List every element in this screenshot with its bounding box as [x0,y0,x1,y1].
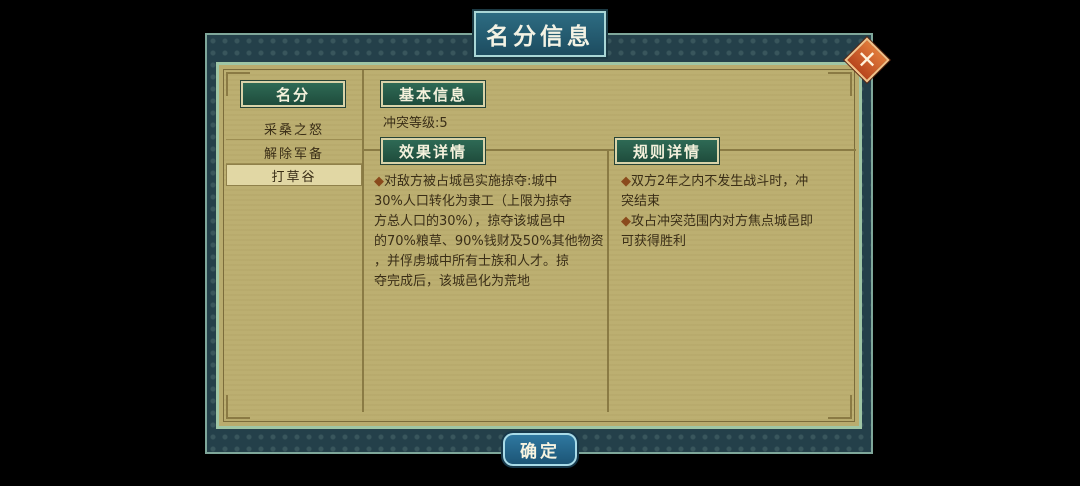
dialog-title: 名分信息 [474,11,606,57]
corner-ornament [828,395,852,419]
left-item-1[interactable]: 解除军备 [226,141,362,164]
confirm-button[interactable]: 确定 [503,433,577,466]
effect-line: 夺完成后，该城邑化为荒地 [374,274,531,289]
rule-line: 双方2年之内不发生战斗时，冲 [631,174,809,189]
left-item-0[interactable]: 采桑之怒 [226,117,362,140]
rules-header: 规则详情 [615,138,719,164]
effect-line: 的70%粮草、90%钱财及50%其他物资 [374,234,604,249]
diamond-bullet-icon: ◆ [374,174,384,189]
effect-line: ，并俘虏城中所有士族和人才。掠 [374,254,570,269]
left-item-2[interactable]: 打草谷 [226,164,362,186]
effect-line: 方总人口的30%），掠夺该城邑中 [374,214,566,229]
rule-line: 攻占冲突范围内对方焦点城邑即 [631,214,814,229]
diamond-bullet-icon: ◆ [621,174,631,189]
diamond-bullet-icon: ◆ [621,214,631,229]
corner-ornament [226,395,250,419]
effect-text: ◆对敌方被占城邑实施掠夺:城中 30%人口转化为隶工（上限为掠夺 方总人口的30… [374,172,604,292]
effect-line: 对敌方被占城邑实施掠夺:城中 [384,174,558,189]
left-column-divider [362,70,364,412]
effect-header: 效果详情 [381,138,485,164]
conflict-level: 冲突等级:5 [383,116,448,131]
right-column-divider [607,150,609,412]
basic-info-header: 基本信息 [381,81,485,107]
close-icon[interactable]: ✕ [851,44,883,76]
rule-line: 突结束 [621,194,661,209]
corner-ornament [828,72,852,96]
rules-text: ◆双方2年之内不发生战斗时，冲 突结束 ◆攻占冲突范围内对方焦点城邑即 可获得胜… [621,172,851,252]
left-panel-header: 名分 [241,81,345,107]
effect-line: 30%人口转化为隶工（上限为掠夺 [374,194,572,209]
rule-line: 可获得胜利 [621,234,687,249]
